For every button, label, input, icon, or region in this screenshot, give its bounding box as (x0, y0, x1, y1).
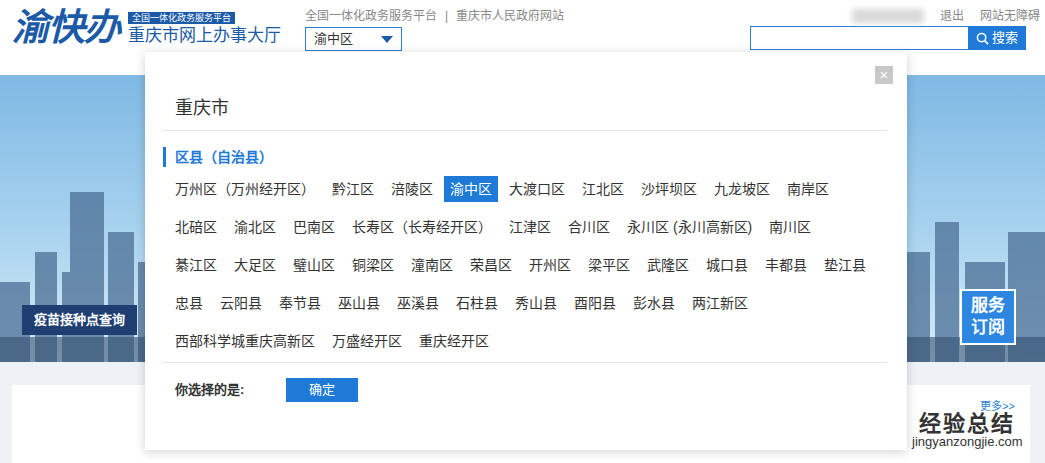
watermark-title: 经验总结 (912, 412, 1023, 435)
district-option[interactable]: 城口县 (700, 252, 754, 278)
district-option[interactable]: 两江新区 (686, 290, 754, 316)
district-option[interactable]: 大足区 (228, 252, 282, 278)
accessibility-link[interactable]: 网站无障碍 (980, 8, 1040, 24)
district-option[interactable]: 璧山区 (287, 252, 341, 278)
link-separator: | (445, 8, 448, 24)
district-option[interactable]: 重庆经开区 (413, 328, 495, 354)
government-link[interactable]: 重庆市人民政府网站 (456, 8, 564, 24)
district-row: 忠县云阳县奉节县巫山县巫溪县石柱县秀山县酉阳县彭水县两江新区 (169, 290, 887, 316)
district-option[interactable]: 永川区 (永川高新区) (621, 214, 758, 240)
district-option[interactable]: 沙坪坝区 (635, 176, 703, 202)
section-heading: 区县（自治县） (163, 147, 887, 167)
district-option[interactable]: 合川区 (562, 214, 616, 240)
region-select[interactable]: 渝中区 (305, 27, 402, 51)
site-logo[interactable]: 渝快办 全国一体化政务服务平台 重庆市网上办事大厅 (12, 6, 281, 50)
district-option[interactable]: 大渡口区 (503, 176, 571, 202)
district-option[interactable]: 垫江县 (818, 252, 872, 278)
district-option[interactable]: 北碚区 (169, 214, 223, 240)
logo-text: 渝快办 (12, 6, 120, 50)
close-button[interactable]: × (875, 66, 893, 84)
district-option[interactable]: 巴南区 (287, 214, 341, 240)
subscribe-button[interactable]: 服务订阅 (960, 289, 1016, 345)
district-option[interactable]: 梁平区 (582, 252, 636, 278)
search-button[interactable]: 搜索 (968, 26, 1026, 50)
district-option[interactable]: 万盛经开区 (326, 328, 408, 354)
district-option[interactable]: 彭水县 (627, 290, 681, 316)
search-bar: 搜索 (750, 26, 1026, 50)
district-row: 西部科学城重庆高新区万盛经开区重庆经开区 (169, 328, 887, 354)
district-option[interactable]: 綦江区 (169, 252, 223, 278)
district-option[interactable]: 潼南区 (405, 252, 459, 278)
district-option[interactable]: 南岸区 (781, 176, 835, 202)
region-select-value: 渝中区 (314, 29, 353, 49)
platform-badge: 全国一体化政务服务平台 (128, 12, 235, 24)
district-row: 北碚区渝北区巴南区长寿区（长寿经开区）江津区合川区永川区 (永川高新区)南川区 (169, 214, 887, 240)
district-option[interactable]: 涪陵区 (385, 176, 439, 202)
district-list: 万州区（万州经开区）黔江区涪陵区渝中区大渡口区江北区沙坪坝区九龙坡区南岸区北碚区… (163, 167, 887, 363)
district-option[interactable]: 铜梁区 (346, 252, 400, 278)
district-option[interactable]: 江津区 (503, 214, 557, 240)
more-link[interactable]: 更多>> (980, 399, 1015, 463)
logout-link[interactable]: 退出 (940, 8, 964, 24)
dropdown-arrow-icon (381, 36, 393, 43)
district-option[interactable]: 忠县 (169, 290, 209, 316)
district-option[interactable]: 武隆区 (641, 252, 695, 278)
subscribe-label: 服务订阅 (971, 295, 1005, 339)
district-option[interactable]: 酉阳县 (568, 290, 622, 316)
city-title: 重庆市 (163, 52, 887, 131)
district-option[interactable]: 黔江区 (326, 176, 380, 202)
site-title: 重庆市网上办事大厅 (128, 25, 281, 47)
magnifier-icon (976, 32, 989, 45)
district-option[interactable]: 渝北区 (228, 214, 282, 240)
watermark: 经验总结 jingyanzongjie.com (912, 412, 1023, 449)
vaccine-site-tab[interactable]: 疫苗接种点查询 (22, 305, 137, 335)
district-option[interactable]: 奉节县 (273, 290, 327, 316)
district-option[interactable]: 渝中区 (444, 176, 498, 202)
district-row: 綦江区大足区璧山区铜梁区潼南区荣昌区开州区梁平区武隆区城口县丰都县垫江县 (169, 252, 887, 278)
district-option[interactable]: 荣昌区 (464, 252, 518, 278)
district-option[interactable]: 九龙坡区 (708, 176, 776, 202)
district-option[interactable]: 巫山县 (332, 290, 386, 316)
district-option[interactable]: 长寿区（长寿经开区） (346, 214, 498, 240)
dialog-footer: 你选择的是: 确定 (163, 363, 887, 402)
search-input[interactable] (750, 26, 968, 50)
confirm-button[interactable]: 确定 (286, 378, 358, 402)
district-option[interactable]: 巫溪县 (391, 290, 445, 316)
header-middle: 全国一体化政务服务平台 | 重庆市人民政府网站 渝中区 (305, 8, 564, 51)
district-option[interactable]: 石柱县 (450, 290, 504, 316)
district-option[interactable]: 西部科学城重庆高新区 (169, 328, 321, 354)
district-option[interactable]: 丰都县 (759, 252, 813, 278)
search-button-label: 搜索 (992, 28, 1018, 48)
district-option[interactable]: 万州区（万州经开区） (169, 176, 321, 202)
district-row: 万州区（万州经开区）黔江区涪陵区渝中区大渡口区江北区沙坪坝区九龙坡区南岸区 (169, 176, 887, 202)
blurred-username (852, 9, 924, 23)
header-right: 退出 网站无障碍 搜索 (750, 8, 1040, 50)
district-option[interactable]: 江北区 (576, 176, 630, 202)
platform-link[interactable]: 全国一体化政务服务平台 (305, 8, 437, 24)
district-option[interactable]: 南川区 (763, 214, 817, 240)
district-option[interactable]: 秀山县 (509, 290, 563, 316)
region-dialog: × 重庆市 区县（自治县） 万州区（万州经开区）黔江区涪陵区渝中区大渡口区江北区… (145, 52, 907, 450)
district-option[interactable]: 云阳县 (214, 290, 268, 316)
chosen-label: 你选择的是: (175, 380, 286, 400)
district-option[interactable]: 开州区 (523, 252, 577, 278)
watermark-url: jingyanzongjie.com (912, 435, 1023, 449)
